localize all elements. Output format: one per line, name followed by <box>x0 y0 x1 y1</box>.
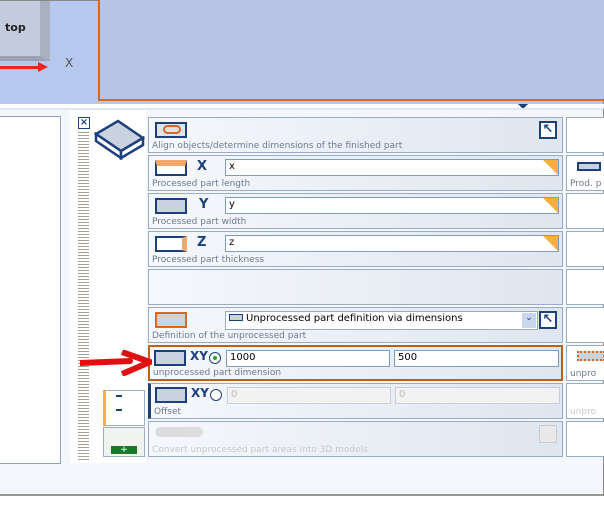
add-icon: + <box>111 446 137 455</box>
dimension-x-input[interactable]: 1000 <box>226 350 390 367</box>
offset-x-input[interactable]: 0 <box>227 387 391 404</box>
length-row: X x Processed part length <box>148 155 563 191</box>
definition-select-value: Unprocessed part definition via dimensio… <box>246 313 463 324</box>
formula-marker-icon <box>543 160 558 175</box>
x-axis-line <box>0 66 40 69</box>
offset-label: Offset <box>154 407 182 417</box>
dimension-row: XY 1000 500 unprocessed part dimension <box>148 345 563 381</box>
left-panel <box>0 116 61 464</box>
thickness-label: Processed part thickness <box>152 255 265 265</box>
side-cell <box>566 193 604 229</box>
offset-axis-label: XY <box>191 386 209 400</box>
offset-radio[interactable] <box>210 389 222 401</box>
close-icon[interactable]: × <box>78 117 90 129</box>
width-axis-label: Y <box>199 197 209 212</box>
convert-label: Convert unprocessed part areas into 3D m… <box>152 445 368 455</box>
thickness-value: z <box>229 237 235 248</box>
workpiece-plate-icon <box>93 119 146 161</box>
length-input[interactable]: x <box>225 159 559 176</box>
offset-box-icon <box>155 387 187 403</box>
x-axis-arrow-icon <box>38 62 48 72</box>
empty-row <box>148 269 563 305</box>
prod-cell[interactable]: Prod. p <box>566 155 604 191</box>
plate-small-icon <box>229 314 243 321</box>
formula-marker-icon <box>543 198 558 213</box>
tab-add[interactable]: + <box>103 427 145 457</box>
side-cell <box>566 231 604 267</box>
align-objects-icon <box>155 122 187 138</box>
thickness-axis-label: Z <box>197 235 207 250</box>
align-label: Align objects/determine dimensions of th… <box>152 141 403 151</box>
convert-row: Convert unprocessed part areas into 3D m… <box>148 421 563 457</box>
align-button[interactable]: ↖ <box>539 121 557 139</box>
side-cell <box>566 421 604 457</box>
side-cell <box>566 307 604 343</box>
length-value: x <box>229 161 235 172</box>
drag-grip[interactable] <box>78 132 89 460</box>
thickness-icon <box>155 236 187 252</box>
unprocessed-part-icon <box>155 312 187 328</box>
dimension-axis-label: XY <box>190 349 208 363</box>
prod-label: Prod. p <box>570 179 602 189</box>
formula-marker-icon <box>543 236 558 251</box>
tab-icon <box>116 395 122 411</box>
unpro-label: unpro <box>570 369 597 379</box>
convert-3d-icon <box>155 427 203 437</box>
width-input[interactable]: y <box>225 197 559 214</box>
unprocessed-dimension-icon <box>577 351 604 361</box>
width-label: Processed part width <box>152 217 247 227</box>
red-annotation-arrow-icon <box>80 350 152 376</box>
definition-pick-button[interactable]: ↖ <box>539 311 557 329</box>
unpro-cell[interactable]: unpro <box>566 345 604 381</box>
chevron-down-icon[interactable]: ⌄ <box>522 313 536 328</box>
width-value: y <box>229 199 235 210</box>
width-row: Y y Processed part width <box>148 193 563 229</box>
selected-viewport-panel[interactable] <box>98 0 604 101</box>
side-cell <box>566 269 604 305</box>
width-icon <box>155 198 187 214</box>
dimension-y-input[interactable]: 500 <box>394 350 559 367</box>
unpro-offset-label: unpro <box>570 407 597 417</box>
dimension-box-icon <box>154 350 186 366</box>
dimension-radio[interactable] <box>209 352 221 364</box>
view-cube[interactable]: top <box>0 1 50 61</box>
offset-row: XY 0 0 Offset <box>148 383 563 419</box>
length-label: Processed part length <box>152 179 251 189</box>
definition-row: Unprocessed part definition via dimensio… <box>148 307 563 343</box>
dimension-label: unprocessed part dimension <box>153 368 282 378</box>
length-axis-label: X <box>197 159 208 174</box>
length-icon <box>155 160 187 176</box>
view-cube-label: top <box>5 21 26 34</box>
definition-select[interactable]: Unprocessed part definition via dimensio… <box>225 311 538 330</box>
side-cell <box>566 117 604 153</box>
convert-button[interactable] <box>539 425 557 443</box>
thickness-row: Z z Processed part thickness <box>148 231 563 267</box>
offset-y-input[interactable]: 0 <box>395 387 560 404</box>
align-row: ↖ Align objects/determine dimensions of … <box>148 117 563 153</box>
thickness-input[interactable]: z <box>225 235 559 252</box>
x-axis-label: X <box>65 56 74 70</box>
unpro-offset-cell[interactable]: unpro <box>566 383 604 419</box>
tab-single[interactable] <box>103 390 145 426</box>
prod-dimension-icon <box>577 162 601 171</box>
definition-label: Definition of the unprocessed part <box>152 331 307 341</box>
